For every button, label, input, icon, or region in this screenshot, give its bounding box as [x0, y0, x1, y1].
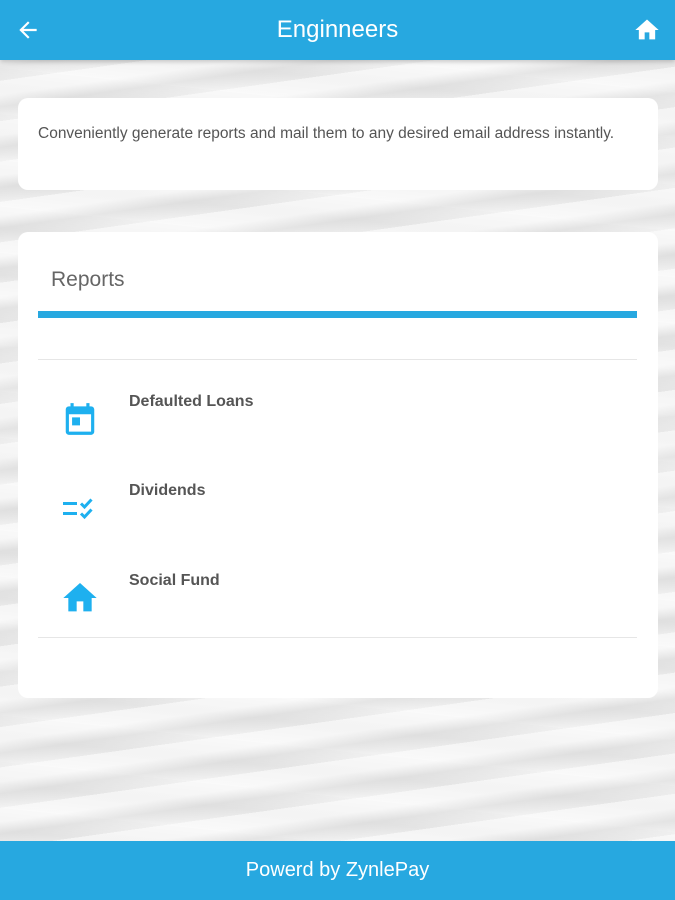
- info-text: Conveniently generate reports and mail t…: [38, 125, 615, 142]
- reports-card: Reports Defaulted Loans Dividends Social…: [18, 232, 658, 698]
- checklist-icon: [60, 488, 100, 528]
- home-icon: [60, 578, 100, 618]
- footer-text: Powerd by ZynlePay: [245, 859, 430, 881]
- footer: Powerd by ZynlePay: [0, 841, 675, 900]
- divider: [38, 637, 637, 638]
- reports-heading: Reports: [51, 268, 125, 291]
- home-icon: [635, 19, 659, 40]
- reports-heading-underline: [38, 311, 637, 318]
- page-title: Enginneers: [276, 16, 399, 43]
- report-item-social-fund[interactable]: Social Fund: [38, 566, 637, 638]
- report-item-dividends[interactable]: Dividends: [38, 476, 637, 548]
- top-app-bar: Enginneers: [0, 0, 675, 60]
- report-item-defaulted-loans[interactable]: Defaulted Loans: [38, 387, 637, 459]
- report-item-label: Social Fund: [129, 572, 220, 589]
- home-button[interactable]: [631, 14, 663, 46]
- calendar-icon: [60, 399, 100, 439]
- divider: [38, 359, 637, 360]
- report-item-label: Dividends: [129, 482, 206, 499]
- info-card: Conveniently generate reports and mail t…: [18, 98, 658, 190]
- report-item-label: Defaulted Loans: [129, 393, 254, 410]
